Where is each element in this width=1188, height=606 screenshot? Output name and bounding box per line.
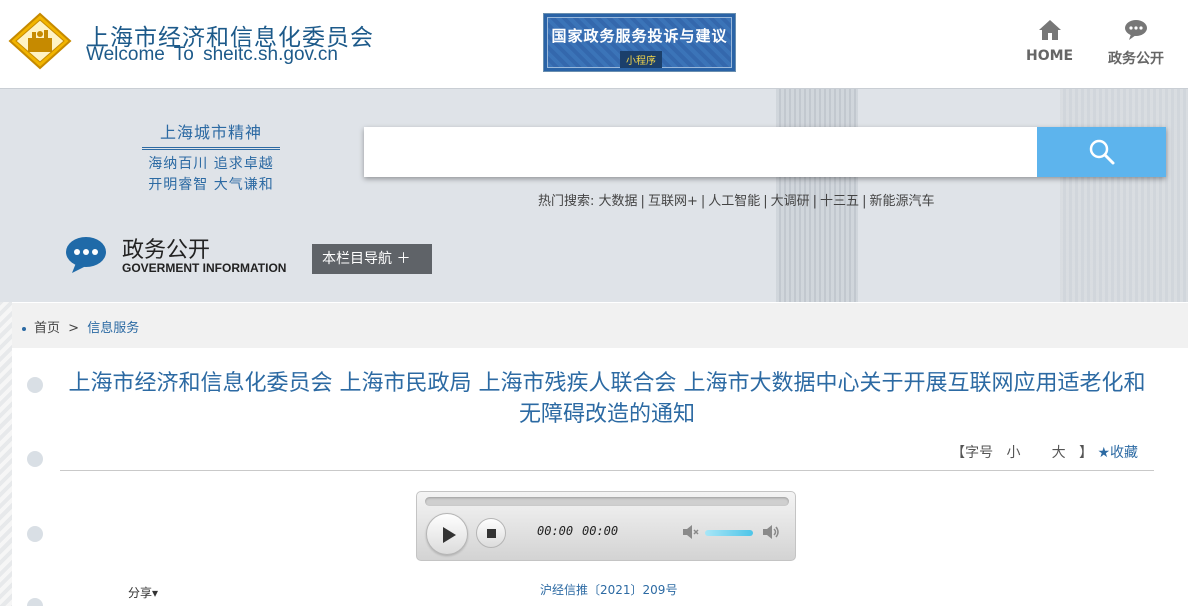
share-button[interactable]: 分享▾: [128, 584, 158, 601]
hot-search-label: 热门搜索:: [538, 194, 595, 209]
search-input[interactable]: [364, 127, 1036, 177]
section-title: 政务公开: [122, 238, 211, 263]
shanghai-emblem-logo[interactable]: [8, 12, 72, 70]
home-icon: [1038, 20, 1061, 40]
building-background-right: [1060, 89, 1188, 302]
hot-search-list: 热门搜索: 大数据 | 互联网+ | 人工智能 | 大调研 | 十三五 | 新能源汽车: [538, 194, 935, 209]
hero-section: 上海城市精神 海纳百川 追求卓越 开明睿智 大气谦和 热门搜索: 大数据 | 互联网…: [0, 88, 1188, 302]
site-subtitle: Welcome To sheitc.sh.gov.cn: [86, 44, 338, 65]
stop-icon: [487, 529, 496, 538]
slogan-line-1: 海纳百川 追求卓越: [148, 156, 274, 172]
left-decoration: [0, 300, 12, 606]
breadcrumb-home[interactable]: 首页: [34, 321, 60, 336]
article-title: 上海市经济和信息化委员会 上海市民政局 上海市残疾人联合会 上海市大数据中心关于…: [68, 371, 1146, 427]
font-size-label: 【字号: [951, 445, 994, 461]
banner-title: 国家政务服务投诉与建议: [551, 27, 728, 45]
current-time: 00:00: [537, 524, 574, 538]
audio-progress-bar[interactable]: [425, 497, 789, 506]
breadcrumb-current[interactable]: 信息服务: [87, 321, 139, 336]
font-large-button[interactable]: 大: [1052, 445, 1066, 461]
section-subtitle: GOVERMENT INFORMATION: [122, 261, 287, 275]
play-button[interactable]: [426, 513, 468, 555]
column-nav-button[interactable]: 本栏目导航 ＋: [312, 244, 432, 274]
site-header: 上海市经济和信息化委员会 Welcome To sheitc.sh.gov.cn…: [0, 0, 1188, 88]
document-number: 沪经信推〔2021〕209号: [540, 583, 678, 597]
volume-max-icon[interactable]: [761, 523, 781, 541]
volume-slider[interactable]: [705, 530, 753, 536]
hot-term[interactable]: 大数据: [599, 194, 638, 209]
hot-term[interactable]: 十三五: [820, 194, 859, 209]
audio-player: 00:00 00:00: [416, 491, 796, 561]
nav-home[interactable]: HOME: [1026, 18, 1073, 64]
nav-gov-info[interactable]: 政务公开: [1108, 18, 1164, 68]
mute-icon[interactable]: [681, 523, 699, 541]
duration-time: 00:00: [582, 524, 619, 538]
hot-term[interactable]: 大调研: [771, 194, 810, 209]
complaint-miniprogram-banner[interactable]: 国家政务服务投诉与建议 小程序: [543, 13, 736, 72]
bullet-icon: [22, 326, 26, 331]
slogan-line-2: 开明睿智 大气谦和: [148, 177, 274, 193]
stop-button[interactable]: [476, 518, 506, 548]
search-button[interactable]: [1037, 127, 1166, 177]
hot-term[interactable]: 新能源汽车: [869, 194, 934, 209]
gov-info-chat-icon: [66, 237, 106, 273]
banner-tag: 小程序: [620, 51, 662, 68]
side-decoration-dot: [27, 377, 43, 393]
breadcrumb: 首页 > 信息服务: [12, 303, 1188, 348]
slogan-title: 上海城市精神: [142, 119, 280, 150]
hot-term[interactable]: 互联网+: [648, 194, 698, 209]
search-icon: [1089, 139, 1114, 165]
font-small-button[interactable]: 小: [1006, 445, 1020, 461]
article-tools: 【字号 小 大 】 ★收藏: [951, 442, 1138, 462]
favorite-button[interactable]: ★收藏: [1097, 445, 1138, 461]
side-decoration-dot: [27, 451, 43, 467]
font-size-close: 】: [1078, 445, 1093, 461]
play-icon: [443, 527, 456, 543]
nav-home-label: HOME: [1026, 48, 1074, 64]
breadcrumb-separator: >: [68, 321, 80, 336]
hot-term[interactable]: 人工智能: [708, 194, 760, 209]
nav-gov-info-label: 政务公开: [1108, 51, 1164, 67]
side-decoration-dot: [27, 526, 43, 542]
side-decoration-dot: [27, 598, 43, 606]
search-bar: [364, 127, 1166, 177]
city-spirit-slogan: 上海城市精神 海纳百川 追求卓越 开明睿智 大气谦和: [142, 119, 280, 194]
chat-bubble-icon: [1125, 20, 1147, 40]
title-divider: [60, 470, 1154, 471]
